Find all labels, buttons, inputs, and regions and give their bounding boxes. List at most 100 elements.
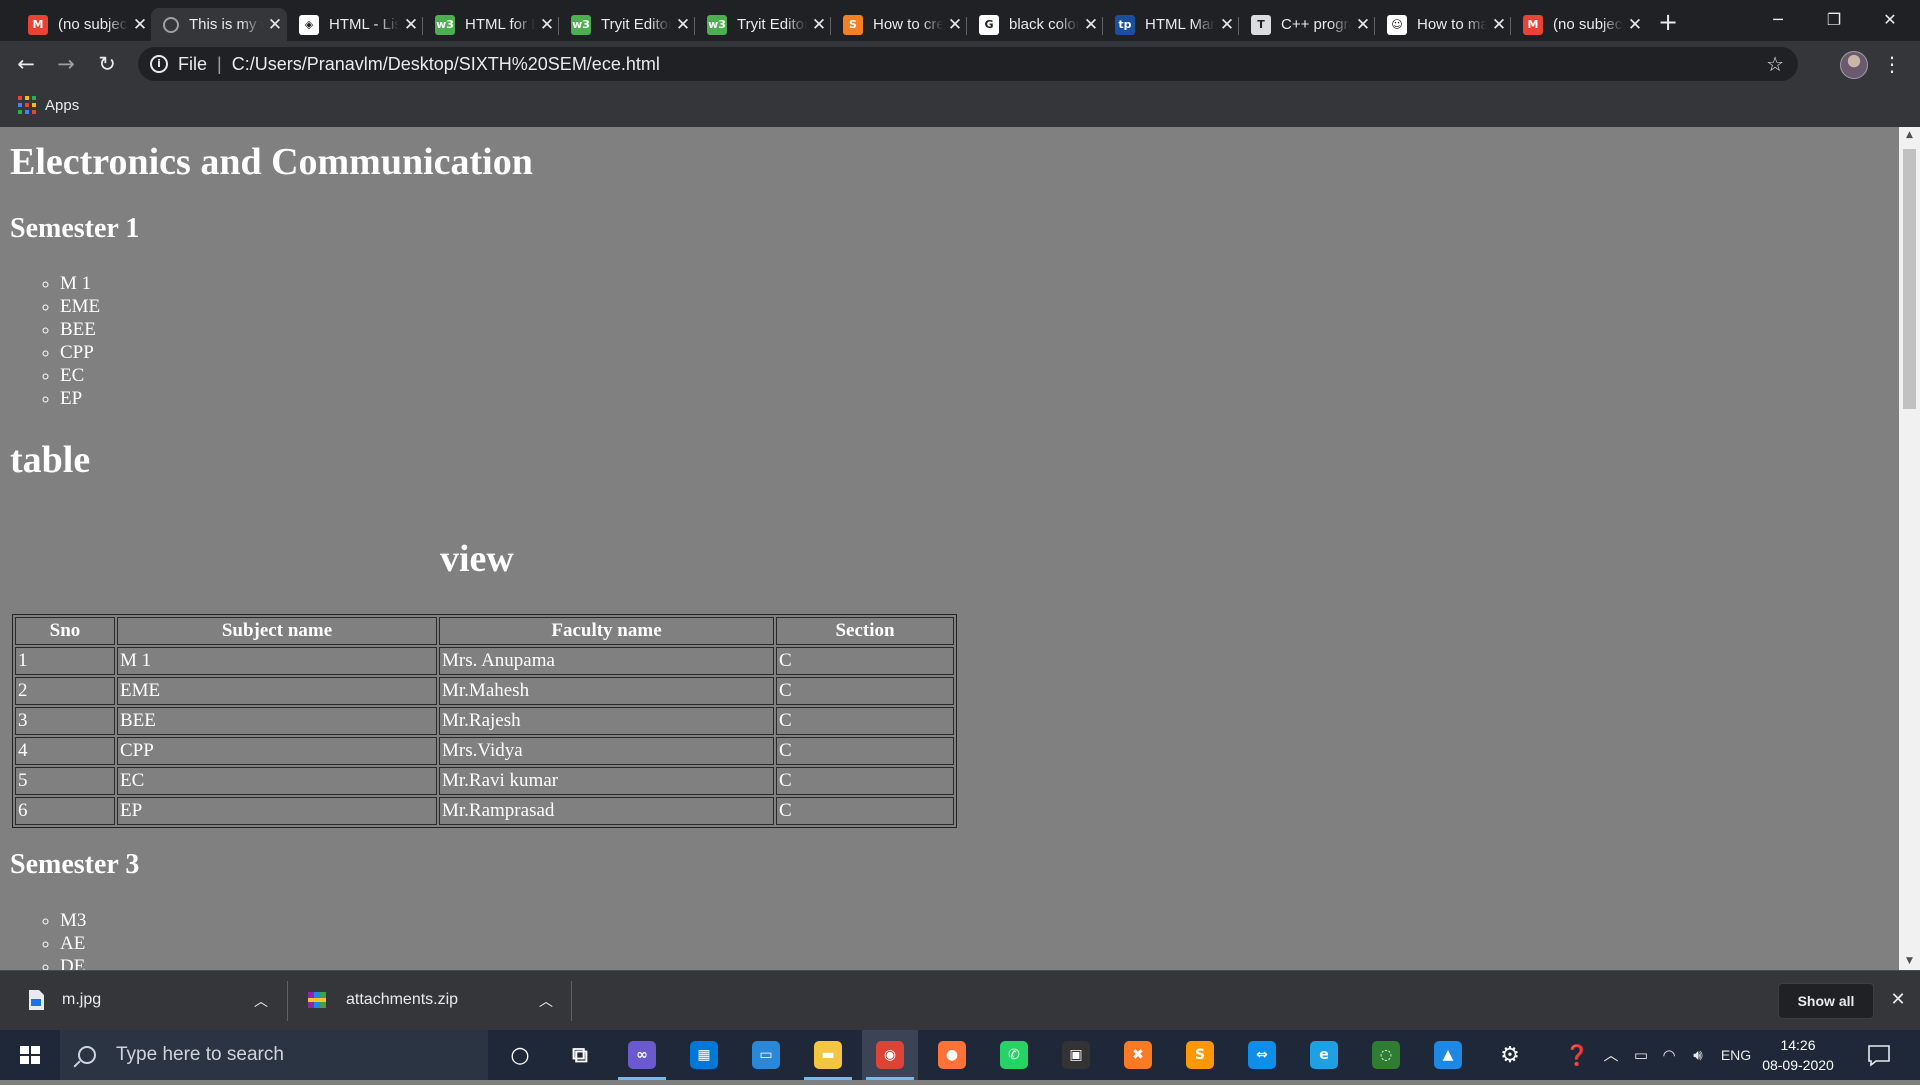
taskbar-app[interactable]: ◉ xyxy=(862,1030,918,1080)
scroll-down-arrow-icon[interactable]: ▼ xyxy=(1899,953,1920,970)
edge-icon: e xyxy=(1310,1041,1338,1069)
browser-tab[interactable]: w3 HTML for Beginners✕ xyxy=(423,8,559,41)
taskbar-app[interactable]: ⚙ xyxy=(1482,1030,1538,1080)
close-tab-icon[interactable]: ✕ xyxy=(943,15,967,35)
taskbar-search-box[interactable]: Type here to search xyxy=(60,1030,488,1080)
download-item[interactable]: m.jpg ︿ xyxy=(28,971,268,1029)
close-tab-icon[interactable]: ✕ xyxy=(263,15,287,35)
taskbar-app[interactable]: ⧉ xyxy=(552,1030,608,1080)
battery-icon[interactable]: ▭ xyxy=(1628,1030,1654,1080)
restore-button[interactable]: ❐ xyxy=(1806,0,1862,40)
close-icon[interactable]: ✕ xyxy=(1886,985,1910,1015)
taskbar-app[interactable]: ▦ xyxy=(676,1030,732,1080)
gmail-icon: M xyxy=(28,14,48,35)
profile-avatar[interactable] xyxy=(1840,51,1868,79)
site-info-icon[interactable]: i xyxy=(150,55,168,73)
browser-tab[interactable]: S How to create a table✕ xyxy=(831,8,967,41)
bookmark-star-icon[interactable]: ☆ xyxy=(1766,52,1784,76)
photos-icon: ▲ xyxy=(1434,1041,1462,1069)
taskbar-app[interactable]: ○ xyxy=(492,1030,548,1080)
browser-tab[interactable]: T C++ programs✕ xyxy=(1239,8,1375,41)
table-cell: EME xyxy=(117,677,437,705)
browser-tab[interactable]: This is my webpage✕ xyxy=(151,8,287,41)
download-item[interactable]: attachments.zip ︿ xyxy=(308,971,553,1029)
browser-tab[interactable]: tp HTML Marquee✕ xyxy=(1103,8,1239,41)
close-tab-icon[interactable]: ✕ xyxy=(535,15,559,35)
taskbar-app[interactable]: ∞ xyxy=(614,1030,670,1080)
url-text[interactable]: C:/Users/Pranavlm/Desktop/SIXTH%20SEM/ec… xyxy=(232,54,660,75)
close-tab-icon[interactable]: ✕ xyxy=(1623,15,1647,35)
column-header: Faculty name xyxy=(439,617,774,645)
apps-button[interactable]: Apps xyxy=(18,96,79,114)
browser-tab[interactable]: w3 Tryit Editor ✕ xyxy=(695,8,831,41)
scroll-thumb[interactable] xyxy=(1903,149,1916,409)
tab-title: Tryit Editor xyxy=(601,16,671,33)
taskbar-app[interactable]: ⇔ xyxy=(1234,1030,1290,1080)
close-tab-icon[interactable]: ✕ xyxy=(1215,15,1239,35)
apps-label: Apps xyxy=(45,96,80,114)
whatsapp-icon: ✆ xyxy=(1000,1041,1028,1069)
close-tab-icon[interactable]: ✕ xyxy=(1079,15,1103,35)
chevron-up-icon[interactable]: ︿ xyxy=(254,991,268,1011)
taskbar-app[interactable]: ● xyxy=(924,1030,980,1080)
refresh-app-icon: ◌ xyxy=(1372,1041,1400,1069)
system-clock[interactable]: 14:26 08-09-2020 xyxy=(1758,1035,1838,1075)
table-cell: 6 xyxy=(15,797,115,825)
text-icon: T xyxy=(1251,14,1271,35)
back-button[interactable]: ← xyxy=(10,48,42,80)
sublime-text-icon: S xyxy=(1186,1041,1214,1069)
list-item: EC xyxy=(60,364,100,387)
notification-center-icon[interactable] xyxy=(1866,1042,1892,1068)
taskbar-app[interactable]: ◌ xyxy=(1358,1030,1414,1080)
close-tab-icon[interactable]: ✕ xyxy=(1487,15,1511,35)
browser-tab[interactable]: ☺ How to make✕ xyxy=(1375,8,1511,41)
taskbar-app[interactable]: e xyxy=(1296,1030,1352,1080)
table-row: 5 EC Mr.Ravi kumar C xyxy=(15,767,954,795)
browser-tab[interactable]: w3 Tryit Editor ✕ xyxy=(559,8,695,41)
chevron-up-icon[interactable]: ︿ xyxy=(1598,1030,1624,1080)
close-tab-icon[interactable]: ✕ xyxy=(399,15,423,35)
help-icon[interactable]: ❓ xyxy=(1560,1030,1594,1080)
table-caption: view xyxy=(440,538,514,580)
wifi-icon[interactable]: ◠ xyxy=(1656,1030,1682,1080)
close-window-button[interactable]: ✕ xyxy=(1862,0,1918,40)
taskbar-app[interactable]: ✖ xyxy=(1110,1030,1166,1080)
reload-button[interactable]: ↻ xyxy=(91,48,123,80)
new-tab-button[interactable]: + xyxy=(1654,8,1682,36)
stackoverflow-icon: S xyxy=(843,14,863,35)
list-item: M3 xyxy=(60,909,86,932)
page-scrollbar[interactable]: ▲ ▼ xyxy=(1899,127,1920,970)
volume-icon[interactable]: 🔊︎ xyxy=(1684,1030,1712,1080)
close-tab-icon[interactable]: ✕ xyxy=(807,15,831,35)
table-cell: EC xyxy=(117,767,437,795)
browser-tab[interactable]: ◈ HTML - Lists✕ xyxy=(287,8,423,41)
browser-tab[interactable]: Gblack color code✕ xyxy=(967,8,1103,41)
taskbar-app[interactable]: ▭ xyxy=(738,1030,794,1080)
taskbar-app[interactable]: ▣ xyxy=(1048,1030,1104,1080)
close-tab-icon[interactable]: ✕ xyxy=(1351,15,1375,35)
show-all-button[interactable]: Show all xyxy=(1778,983,1874,1019)
table-cell: 1 xyxy=(15,647,115,675)
taskbar-app[interactable]: ▲ xyxy=(1420,1030,1476,1080)
table-row: 2 EME Mr.Mahesh C xyxy=(15,677,954,705)
input-language[interactable]: ENG xyxy=(1716,1030,1756,1080)
chevron-up-icon[interactable]: ︿ xyxy=(539,991,553,1011)
start-button[interactable] xyxy=(0,1030,60,1080)
taskbar-app[interactable]: ✆ xyxy=(986,1030,1042,1080)
taskbar-app[interactable]: S xyxy=(1172,1030,1228,1080)
windows-taskbar: Type here to search ○ ⧉ ∞ ▦ ▭ ▬ ◉ ● ✆ ▣ ✖ S ⇔ e ◌ ▲ ⚙ ❓ … xyxy=(0,1030,1920,1080)
close-tab-icon[interactable]: ✕ xyxy=(671,15,695,35)
column-header: Section xyxy=(776,617,954,645)
browser-tab[interactable]: M (no subject)✕ xyxy=(16,8,152,41)
forward-button[interactable]: → xyxy=(50,48,82,80)
address-bar[interactable]: i File | C:/Users/Pranavlm/Desktop/SIXTH… xyxy=(138,47,1798,81)
table-cell: C xyxy=(776,647,954,675)
browser-tab[interactable]: M (no subject)✕ xyxy=(1511,8,1647,41)
scroll-up-arrow-icon[interactable]: ▲ xyxy=(1899,127,1920,144)
taskbar-app[interactable]: ▬ xyxy=(800,1030,856,1080)
table-header-row: Sno Subject name Faculty name Section xyxy=(15,617,954,645)
menu-icon[interactable]: ⋮ xyxy=(1880,48,1904,80)
tab-title: How to create a table xyxy=(873,16,943,33)
minimize-button[interactable]: ─ xyxy=(1750,0,1806,40)
close-tab-icon[interactable]: ✕ xyxy=(128,15,152,35)
